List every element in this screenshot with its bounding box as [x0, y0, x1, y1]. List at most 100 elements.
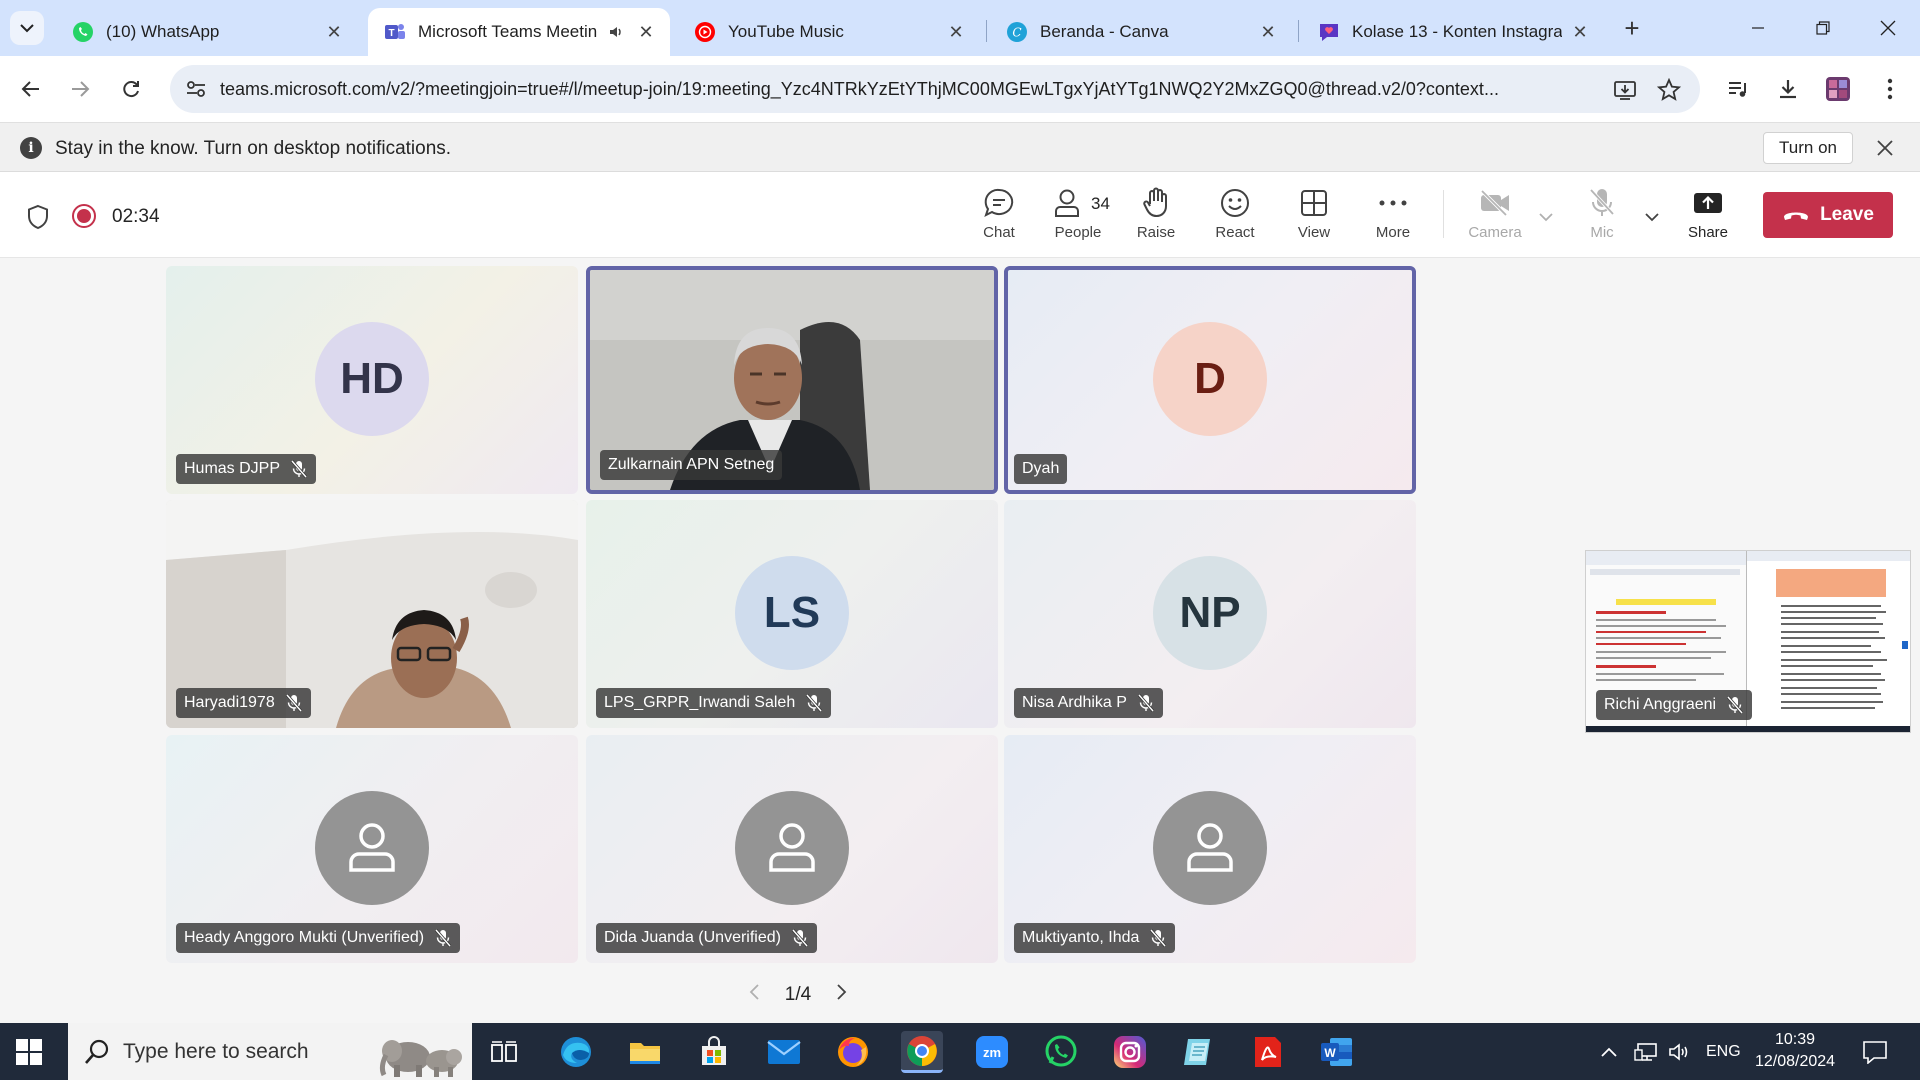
restore-icon [1816, 21, 1830, 35]
camera-label: Camera [1468, 224, 1522, 241]
zoom-icon[interactable]: zm [971, 1031, 1013, 1073]
clock-date: 12/08/2024 [1754, 1053, 1836, 1070]
tab-search-button[interactable] [10, 11, 44, 45]
volume-icon[interactable] [1668, 1039, 1692, 1065]
install-app-icon[interactable] [1612, 77, 1638, 103]
participant-name-tag: Richi Anggraeni [1596, 690, 1753, 720]
firefox-icon[interactable] [832, 1031, 874, 1073]
tab-close-icon[interactable]: ✕ [634, 20, 658, 44]
browser-menu-icon[interactable] [1874, 73, 1906, 105]
task-view-icon[interactable] [483, 1031, 525, 1073]
participant-tile[interactable]: Heady Anggoro Mukti (Unverified) [166, 735, 578, 963]
tab-youtube-music[interactable]: YouTube Music ✕ [678, 8, 980, 56]
tab-close-icon[interactable]: ✕ [944, 20, 968, 44]
previous-page-chevron-icon[interactable] [748, 983, 760, 1007]
forward-button[interactable] [63, 72, 97, 106]
tab-title: Kolase 13 - Konten Instagram [1352, 22, 1562, 41]
bookmark-star-icon[interactable] [1656, 77, 1682, 103]
input-language[interactable]: ENG [1706, 1039, 1741, 1065]
tab-canva[interactable]: C Beranda - Canva ✕ [990, 8, 1292, 56]
minimize-button[interactable] [1738, 12, 1778, 44]
share-button[interactable]: Share [1673, 186, 1743, 246]
shield-icon[interactable] [26, 204, 50, 230]
close-window-button[interactable] [1868, 12, 1908, 44]
address-bar[interactable]: teams.microsoft.com/v2/?meetingjoin=true… [170, 65, 1700, 113]
back-button[interactable] [14, 72, 48, 106]
participant-tile[interactable]: NP Nisa Ardhika P [1004, 500, 1416, 728]
mic-muted-icon [285, 694, 303, 712]
participant-tile[interactable]: Muktiyanto, Ihda [1004, 735, 1416, 963]
participant-name-tag: LPS_GRPR_Irwandi Saleh [596, 688, 832, 718]
notifications-icon[interactable] [1862, 1039, 1888, 1065]
edge-icon[interactable] [555, 1031, 597, 1073]
leave-button[interactable]: Leave [1763, 192, 1893, 238]
more-button[interactable]: More [1358, 186, 1428, 246]
camera-button[interactable]: Camera [1460, 186, 1530, 246]
turn-on-notifications-button[interactable]: Turn on [1763, 132, 1853, 164]
mic-off-icon [1584, 186, 1620, 220]
mic-button[interactable]: Mic [1567, 186, 1637, 246]
participant-name: Dyah [1022, 460, 1060, 477]
instagram-icon[interactable] [1109, 1031, 1151, 1073]
media-controls-icon[interactable] [1722, 73, 1754, 105]
chat-button[interactable]: Chat [964, 186, 1034, 246]
whatsapp-icon[interactable] [1040, 1031, 1082, 1073]
raise-hand-button[interactable]: Raise [1121, 186, 1191, 246]
site-info-icon[interactable] [184, 77, 208, 101]
mic-options-chevron-icon[interactable] [1643, 208, 1661, 226]
mail-icon[interactable] [763, 1031, 805, 1073]
avatar: LS [735, 556, 849, 670]
whatsapp-icon [72, 21, 94, 43]
acrobat-icon[interactable] [1247, 1031, 1289, 1073]
tab-close-icon[interactable]: ✕ [322, 20, 346, 44]
mic-muted-icon [290, 460, 308, 478]
avatar: NP [1153, 556, 1267, 670]
tab-teams-meeting[interactable]: T Microsoft Teams Meeting ✕ [368, 8, 670, 56]
camera-off-icon [1477, 186, 1513, 220]
audio-playing-icon[interactable] [604, 20, 628, 44]
chevron-down-icon [20, 24, 34, 33]
dismiss-notification-button[interactable] [1872, 135, 1898, 161]
word-icon[interactable]: W [1316, 1031, 1358, 1073]
participant-name: Nisa Ardhika P [1022, 694, 1127, 711]
network-icon[interactable] [1634, 1039, 1658, 1065]
participant-tile[interactable]: Zulkarnain APN Setneg [586, 266, 998, 494]
downloads-icon[interactable] [1772, 73, 1804, 105]
show-hidden-icons-chevron-icon[interactable] [1600, 1039, 1618, 1065]
windows-start-icon[interactable] [14, 1037, 44, 1067]
react-button[interactable]: React [1200, 186, 1270, 246]
view-button[interactable]: View [1279, 186, 1349, 246]
system-clock[interactable]: 10:39 12/08/2024 [1750, 1029, 1840, 1073]
minimize-icon [1752, 27, 1764, 29]
svg-text:T: T [388, 28, 394, 39]
page-indicator: 1/4 [784, 984, 812, 1005]
new-tab-button[interactable]: + [1618, 13, 1646, 43]
tab-close-icon[interactable]: ✕ [1568, 20, 1592, 44]
svg-text:W: W [1324, 1046, 1336, 1060]
profile-avatar[interactable] [1822, 73, 1854, 105]
svg-text:zm: zm [983, 1045, 1001, 1060]
tab-whatsapp[interactable]: (10) WhatsApp ✕ [56, 8, 358, 56]
participant-name-tag: Heady Anggoro Mukti (Unverified) [176, 923, 461, 953]
tab-close-icon[interactable]: ✕ [1256, 20, 1280, 44]
url-text[interactable]: teams.microsoft.com/v2/?meetingjoin=true… [220, 79, 1600, 100]
camera-options-chevron-icon[interactable] [1537, 208, 1555, 226]
people-button[interactable]: 34 People [1043, 186, 1113, 246]
participant-tile[interactable]: Dida Juanda (Unverified) [586, 735, 998, 963]
hand-icon [1138, 186, 1174, 220]
taskbar-search[interactable]: Type here to search [68, 1023, 472, 1080]
reload-button[interactable] [114, 72, 148, 106]
next-page-chevron-icon[interactable] [836, 983, 848, 1007]
participant-tile[interactable]: Haryadi1978 [166, 500, 578, 728]
participant-tile[interactable]: D Dyah [1004, 266, 1416, 494]
file-explorer-icon[interactable] [624, 1031, 666, 1073]
restore-button[interactable] [1803, 12, 1843, 44]
microsoft-store-icon[interactable] [693, 1031, 735, 1073]
reload-icon [123, 81, 139, 98]
participant-tile[interactable]: LS LPS_GRPR_Irwandi Saleh [586, 500, 998, 728]
screen-share-thumbnail[interactable]: Richi Anggraeni [1585, 550, 1911, 733]
participant-tile[interactable]: HD Humas DJPP [166, 266, 578, 494]
tab-kolase[interactable]: Kolase 13 - Konten Instagram ✕ [1302, 8, 1604, 56]
chrome-icon[interactable] [901, 1031, 943, 1073]
notes-app-icon[interactable] [1178, 1031, 1220, 1073]
